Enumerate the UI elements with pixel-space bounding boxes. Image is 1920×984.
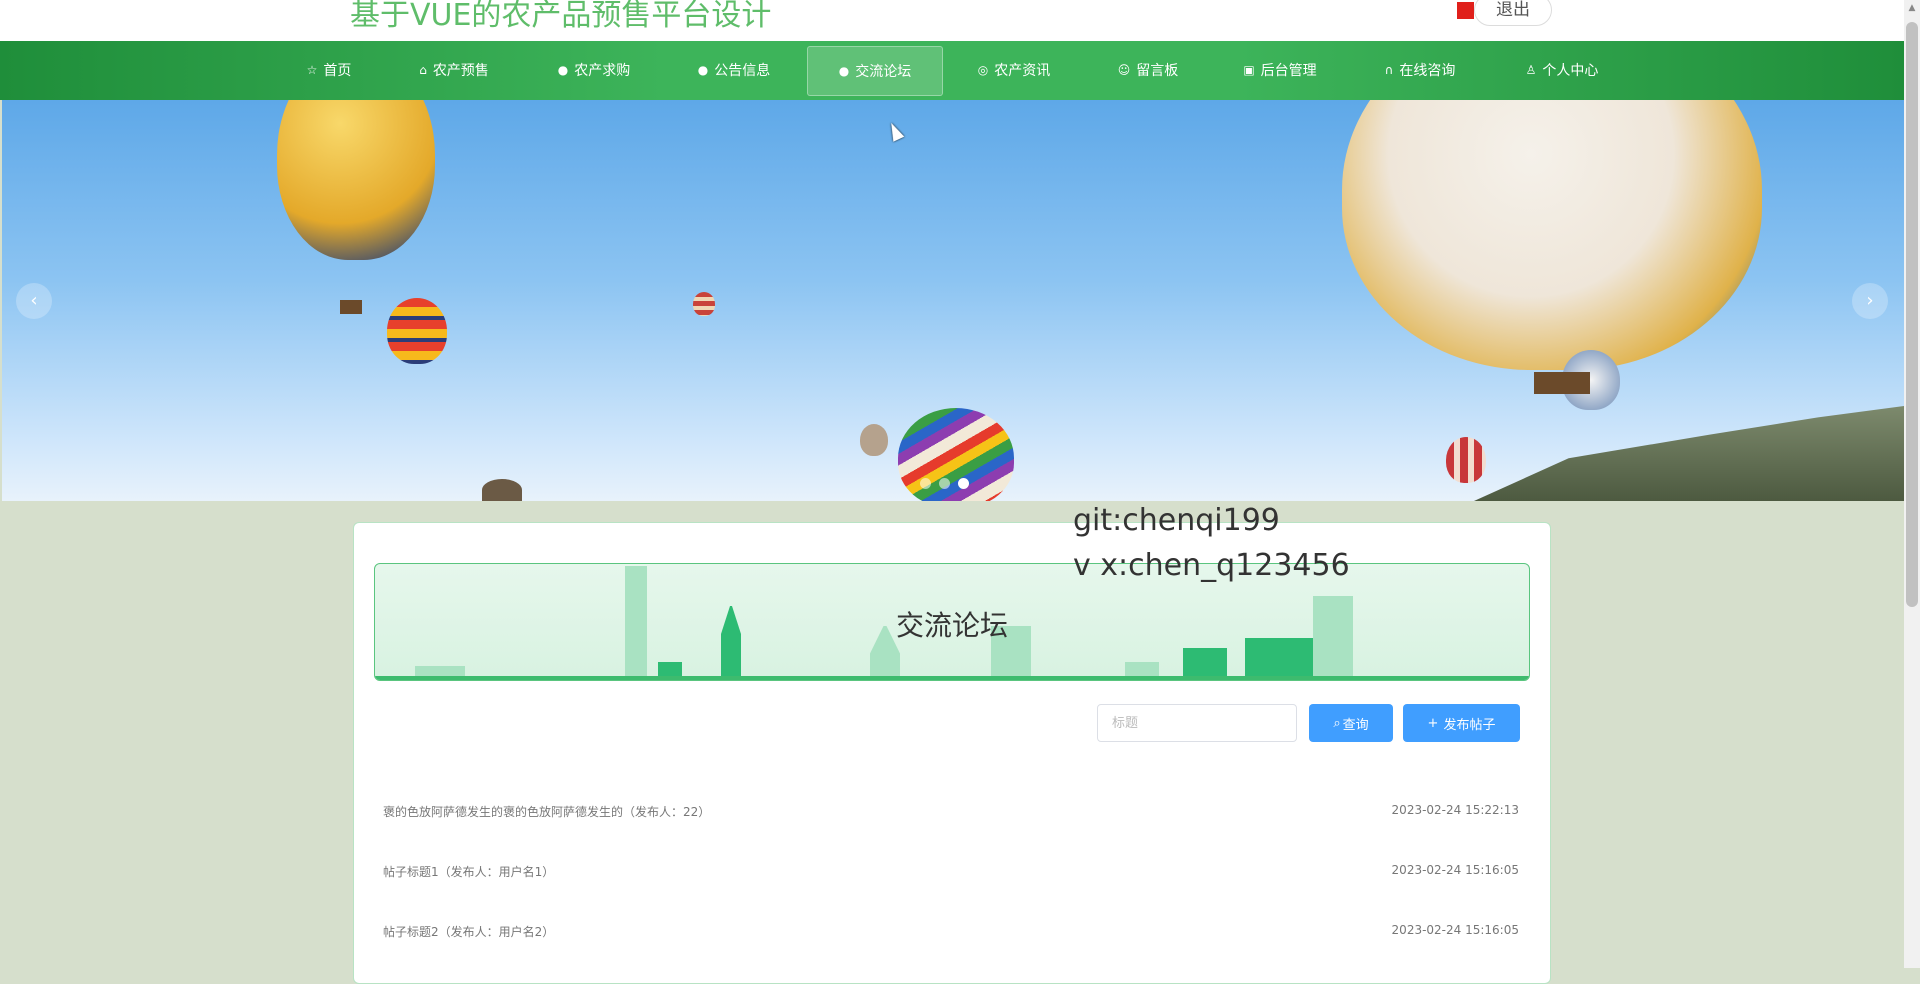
- balloon-image: [387, 298, 447, 364]
- balloon-image: [1342, 100, 1762, 370]
- post-date: 2023-02-24 15:16:05: [1391, 923, 1519, 937]
- nav-item-home[interactable]: ☆ 首页: [292, 45, 366, 95]
- banner-carousel: ‹ ›: [2, 100, 1904, 501]
- nav-item-label: 后台管理: [1260, 63, 1317, 79]
- main-nav: ☆ 首页 ⌂ 农产预售 ● 农产求购 ● 公告信息 ● 交流论坛 ◎ 农产资讯 ☺ 留言板 ▣…: [0, 41, 1904, 100]
- balloon-basket: [1534, 372, 1590, 394]
- post-title[interactable]: 帖子标题1（发布人：用户名1）: [383, 863, 554, 880]
- scroll-thumb[interactable]: [1906, 22, 1918, 607]
- publish-post-label: 发布帖子: [1443, 717, 1496, 733]
- nav-item-news[interactable]: ◎ 农产资讯: [966, 45, 1062, 95]
- balloon-image: [693, 292, 715, 316]
- nav-item-label: 在线咨询: [1399, 63, 1456, 79]
- star-icon: ☆: [306, 63, 318, 77]
- forum-title: 交流论坛: [895, 609, 1008, 642]
- nav-item-label: 农产资讯: [994, 63, 1051, 79]
- carousel-prev-button[interactable]: ‹: [16, 283, 52, 319]
- logout-button[interactable]: 退出: [1474, 0, 1552, 26]
- scroll-up-arrow-icon[interactable]: ▲: [1904, 0, 1920, 16]
- post-date: 2023-02-24 15:22:13: [1391, 803, 1519, 817]
- user-icon: ♙: [1525, 63, 1537, 77]
- nav-item-purchase[interactable]: ● 农产求购: [546, 45, 642, 95]
- nav-item-label: 交流论坛: [855, 64, 912, 80]
- nav-item-message-board[interactable]: ☺ 留言板: [1106, 45, 1190, 95]
- briefcase-icon: ▣: [1243, 63, 1255, 77]
- nav-item-consult[interactable]: ∩ 在线咨询: [1372, 45, 1468, 95]
- circle-icon: ●: [697, 63, 709, 77]
- globe-icon: ◎: [977, 63, 989, 77]
- rock: [482, 479, 522, 501]
- balloon-image: [1446, 437, 1486, 483]
- info-icon: ●: [838, 64, 850, 78]
- nav-item-presale[interactable]: ⌂ 农产预售: [406, 45, 502, 95]
- nav-item-profile[interactable]: ♙ 个人中心: [1514, 45, 1610, 95]
- carousel-dots: [920, 478, 969, 489]
- skyline-building: [1183, 648, 1227, 676]
- balloon-image: [277, 100, 435, 260]
- post-title[interactable]: 褒的色放阿萨德发生的褒的色放阿萨德发生的（发布人：22）: [383, 803, 710, 820]
- smile-icon: ☺: [1117, 63, 1131, 77]
- skyline-building: [415, 666, 465, 676]
- post-date: 2023-02-24 15:16:05: [1391, 863, 1519, 877]
- site-title: 基于VUE的农产品预售平台设计: [350, 0, 772, 33]
- title-search-input[interactable]: [1097, 704, 1297, 742]
- carousel-next-button[interactable]: ›: [1852, 283, 1888, 319]
- post-title[interactable]: 帖子标题2（发布人：用户名2）: [383, 923, 554, 940]
- nav-item-label: 个人中心: [1542, 63, 1599, 79]
- search-button-label: 查询: [1342, 717, 1369, 733]
- nav-item-announcements[interactable]: ● 公告信息: [686, 45, 782, 95]
- plus-icon: +: [1427, 715, 1439, 731]
- bag-icon: ⌂: [419, 63, 427, 77]
- skyline-building: [1125, 662, 1159, 676]
- watermark-line-2: v x:chen_q123456: [1073, 548, 1350, 583]
- carousel-dot[interactable]: [939, 478, 950, 489]
- nav-item-admin[interactable]: ▣ 后台管理: [1232, 45, 1328, 95]
- skyline-building: [658, 662, 682, 676]
- info-icon: ●: [557, 63, 569, 77]
- balloon-basket: [340, 300, 362, 314]
- nav-item-label: 首页: [323, 63, 352, 79]
- nav-item-label: 农产求购: [574, 63, 631, 79]
- page-scrollbar[interactable]: ▲: [1904, 0, 1920, 968]
- forum-header-banner: 交流论坛: [374, 563, 1530, 681]
- carousel-dot-active[interactable]: [958, 478, 969, 489]
- top-bar: 基于VUE的农产品预售平台设计 退出: [0, 0, 1904, 41]
- forum-header-baseline: [375, 676, 1529, 680]
- headset-icon: ∩: [1384, 63, 1394, 77]
- balloon-image: [860, 424, 888, 456]
- carousel-dot[interactable]: [920, 478, 931, 489]
- publish-post-button[interactable]: + 发布帖子: [1403, 704, 1520, 742]
- nav-item-label: 农产预售: [432, 63, 489, 79]
- nav-item-label: 留言板: [1136, 63, 1179, 79]
- nav-item-forum[interactable]: ● 交流论坛: [807, 46, 943, 96]
- watermark-line-1: git:chenqi199: [1073, 503, 1280, 538]
- logout-flag-icon: [1457, 2, 1474, 19]
- search-button[interactable]: ⌕ 查询: [1309, 704, 1393, 742]
- nav-item-label: 公告信息: [714, 63, 771, 79]
- hillside: [1474, 406, 1904, 501]
- search-icon: ⌕: [1333, 715, 1341, 731]
